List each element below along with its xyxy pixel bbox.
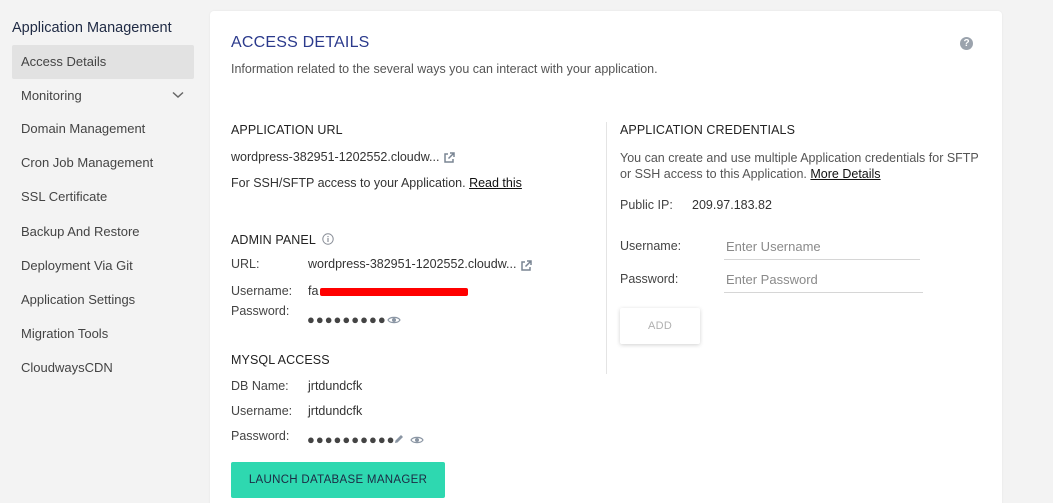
mysql-access-heading: MYSQL ACCESS: [231, 353, 330, 367]
read-this-link[interactable]: Read this: [469, 176, 522, 190]
page-subtitle: Information related to the several ways …: [231, 62, 658, 76]
admin-username-label: Username:: [231, 284, 293, 298]
pencil-icon[interactable]: [393, 433, 405, 445]
db-password-value: ●●●●●●●●●●: [307, 432, 396, 447]
application-url-link[interactable]: wordpress-382951-1202552.cloudw...: [231, 150, 439, 164]
credentials-desc-line1: You can create and use multiple Applicat…: [620, 151, 979, 165]
admin-panel-heading-text: ADMIN PANEL: [231, 233, 316, 247]
sidebar-item-access-details[interactable]: Access Details: [12, 45, 194, 79]
credentials-username-label: Username:: [620, 239, 682, 253]
access-details-card: ACCESS DETAILS Information related to th…: [210, 11, 1002, 503]
public-ip-value: 209.97.183.82: [692, 198, 772, 212]
admin-password-value: ●●●●●●●●●: [307, 312, 387, 327]
page-title: ACCESS DETAILS: [231, 34, 370, 51]
admin-url-link[interactable]: wordpress-382951-1202552.cloudw...: [308, 257, 516, 271]
db-username-value: jrtdundcfk: [308, 404, 363, 418]
credentials-desc-line2: or SSH access to this Application. More …: [620, 167, 881, 181]
sidebar-item-monitoring[interactable]: Monitoring: [12, 79, 194, 113]
db-name-value: jrtdundcfk: [308, 379, 363, 393]
application-credentials-heading: APPLICATION CREDENTIALS: [620, 123, 796, 137]
eye-icon[interactable]: [410, 435, 424, 445]
external-link-icon[interactable]: [442, 151, 456, 165]
help-icon[interactable]: ?: [960, 37, 973, 50]
ssh-info-text: For SSH/SFTP access to your Application.…: [231, 176, 522, 190]
credentials-username-input[interactable]: [724, 234, 920, 260]
more-details-link[interactable]: More Details: [810, 167, 880, 181]
sidebar-title: Application Management: [12, 20, 172, 36]
admin-password-label: Password:: [231, 304, 290, 318]
credentials-desc-text: or SSH access to this Application.: [620, 167, 807, 181]
redaction-mark: [320, 288, 468, 296]
sidebar-item-migration-tools[interactable]: Migration Tools: [12, 317, 194, 351]
sidebar-item-application-settings[interactable]: Application Settings: [12, 283, 194, 317]
public-ip-label: Public IP:: [620, 198, 673, 212]
sidebar-item-deployment-via-git[interactable]: Deployment Via Git: [12, 249, 194, 283]
sidebar-item-cron-job-management[interactable]: Cron Job Management: [12, 146, 194, 180]
sidebar-item-cloudways-cdn[interactable]: CloudwaysCDN: [12, 351, 194, 385]
add-credentials-button[interactable]: ADD: [620, 308, 700, 344]
info-icon[interactable]: [322, 233, 334, 245]
column-divider: [606, 122, 607, 374]
chevron-down-icon: [172, 91, 184, 99]
admin-panel-heading: ADMIN PANEL: [231, 233, 334, 247]
application-url-heading: APPLICATION URL: [231, 123, 343, 137]
sidebar-item-label: Monitoring: [21, 88, 82, 103]
credentials-password-input[interactable]: [724, 267, 923, 293]
eye-icon[interactable]: [387, 315, 401, 325]
sidebar-item-backup-and-restore[interactable]: Backup And Restore: [12, 215, 194, 249]
credentials-password-label: Password:: [620, 272, 679, 286]
sidebar-item-domain-management[interactable]: Domain Management: [12, 112, 194, 146]
external-link-icon[interactable]: [519, 259, 533, 273]
ssh-info-label: For SSH/SFTP access to your Application.: [231, 176, 466, 190]
admin-url-label: URL:: [231, 257, 260, 271]
sidebar-item-ssl-certificate[interactable]: SSL Certificate: [12, 180, 194, 214]
db-username-label: Username:: [231, 404, 293, 418]
sidebar: Application Management Access Details Mo…: [0, 0, 200, 503]
db-name-label: DB Name:: [231, 379, 289, 393]
admin-username-value: fa: [308, 284, 319, 298]
launch-database-manager-button[interactable]: LAUNCH DATABASE MANAGER: [231, 462, 445, 498]
db-password-label: Password:: [231, 429, 290, 443]
